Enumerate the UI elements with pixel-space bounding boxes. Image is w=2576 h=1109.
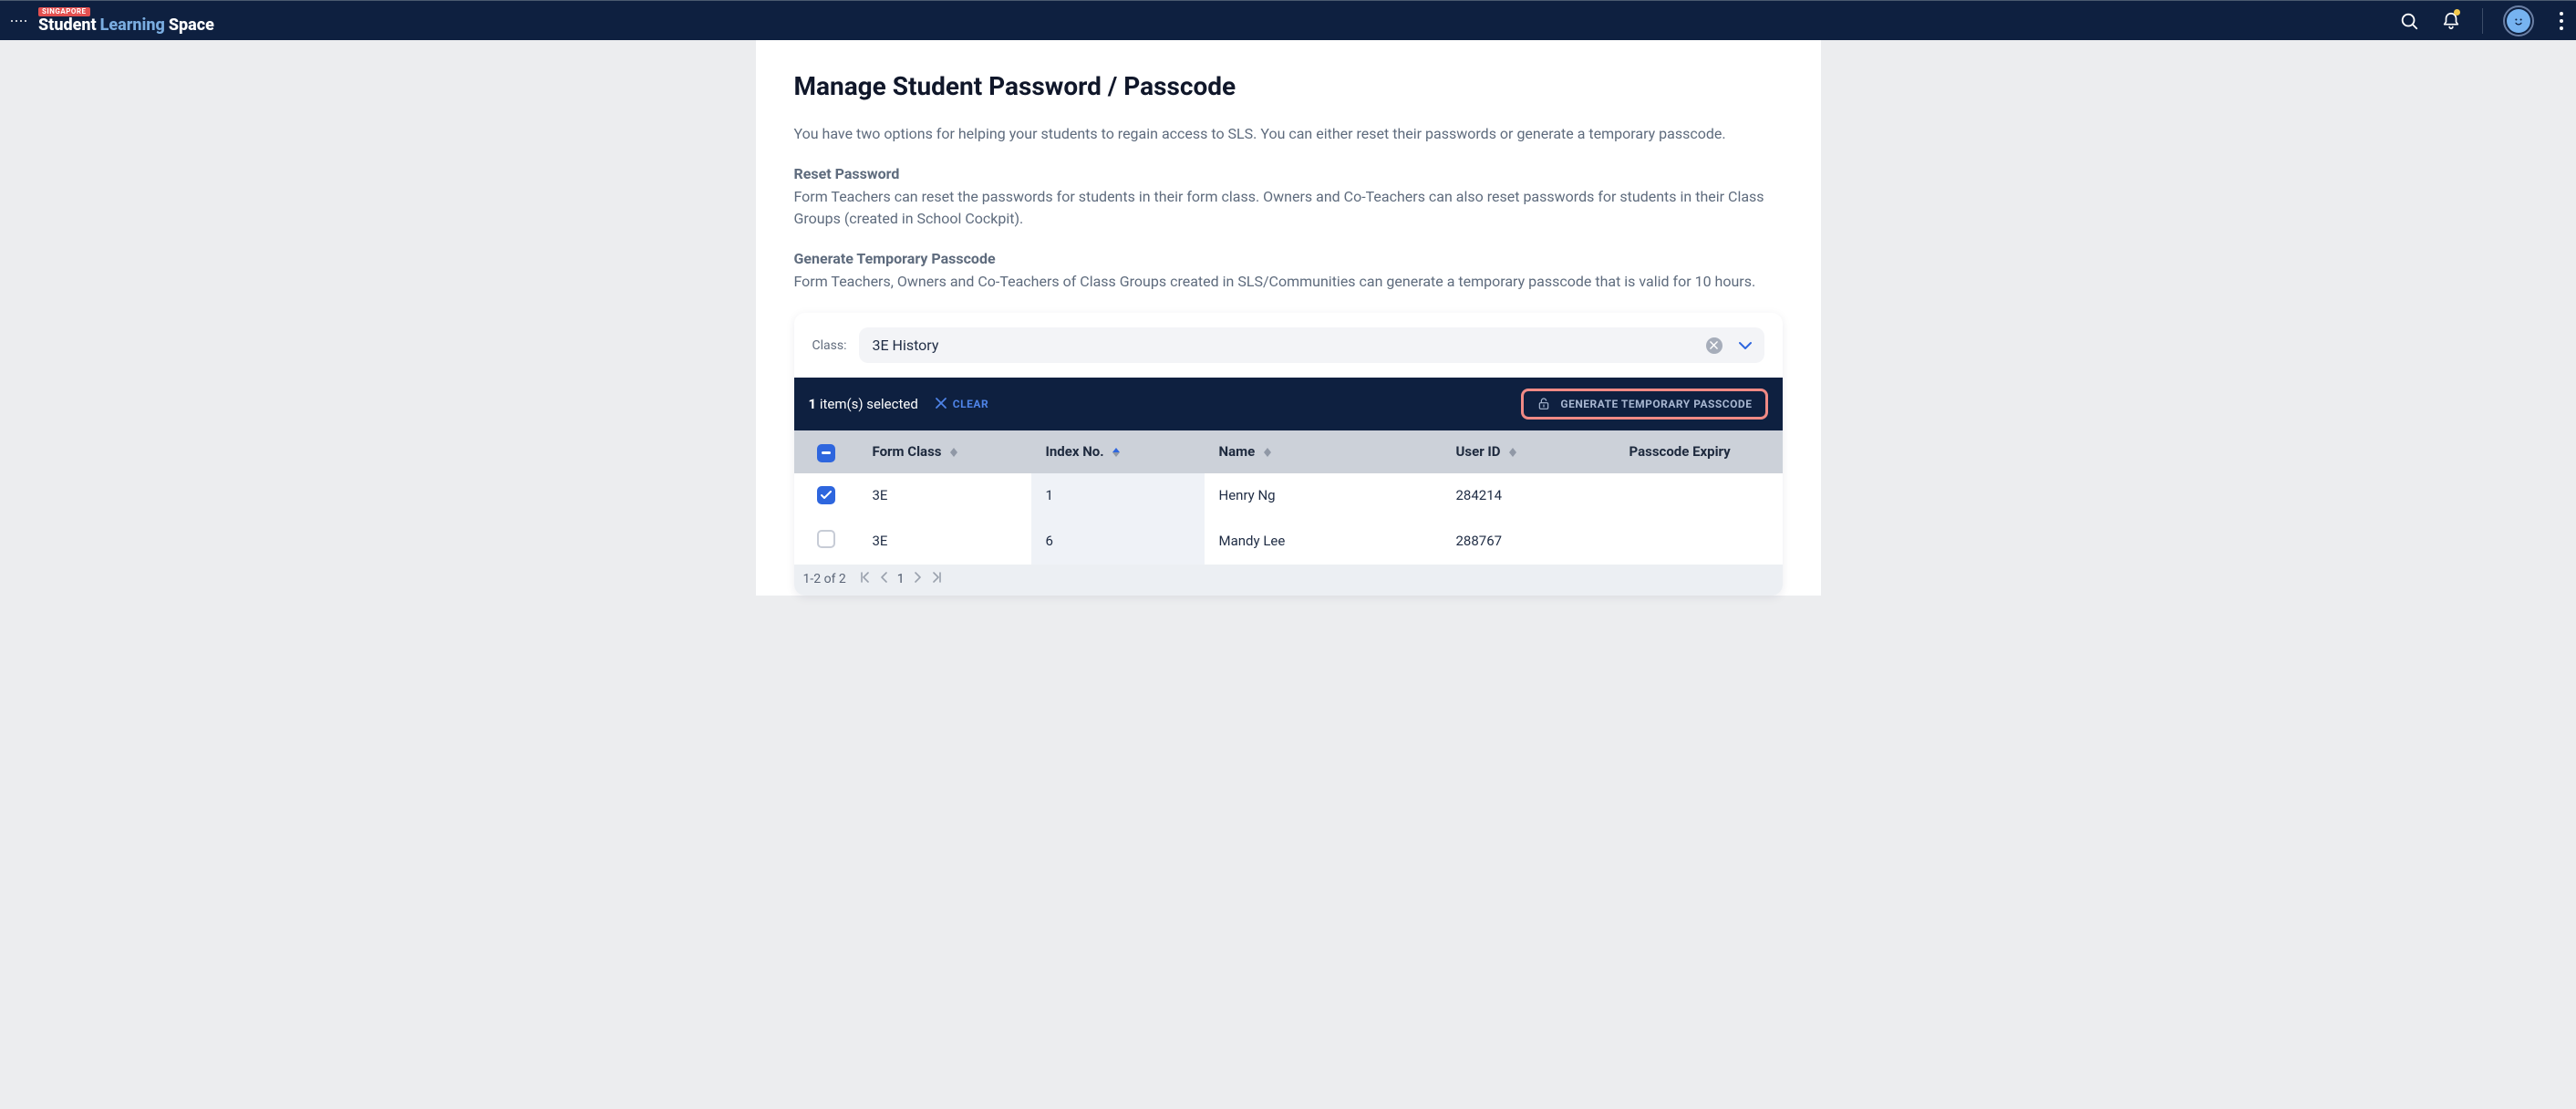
cell-form-class: 3E bbox=[858, 517, 1031, 565]
cell-name: Mandy Lee bbox=[1205, 517, 1442, 565]
kebab-menu-icon[interactable] bbox=[2554, 12, 2569, 30]
class-filter-value: 3E History bbox=[872, 337, 938, 354]
lock-icon bbox=[1536, 397, 1551, 411]
sort-icon bbox=[950, 448, 957, 457]
cell-form-class: 3E bbox=[858, 473, 1031, 517]
page-title: Manage Student Password / Passcode bbox=[794, 71, 1783, 101]
pagination-current-page: 1 bbox=[897, 572, 905, 586]
header-checkbox-cell bbox=[794, 430, 858, 473]
students-card: Class: 3E History 1 item(s) selected bbox=[794, 313, 1783, 596]
page-intro: You have two options for helping your st… bbox=[794, 123, 1783, 145]
clear-selection-button[interactable]: CLEAR bbox=[935, 396, 988, 413]
pagination-first-button[interactable] bbox=[859, 572, 870, 586]
header-index-no[interactable]: Index No. bbox=[1031, 430, 1205, 473]
select-all-checkbox[interactable] bbox=[817, 444, 835, 462]
close-icon bbox=[935, 396, 947, 413]
search-icon[interactable] bbox=[2398, 10, 2420, 32]
cell-user-id: 288767 bbox=[1442, 517, 1615, 565]
avatar[interactable] bbox=[2503, 5, 2534, 36]
pagination-prev-button[interactable] bbox=[879, 572, 888, 586]
cell-user-id: 284214 bbox=[1442, 473, 1615, 517]
cell-index-no: 6 bbox=[1031, 517, 1205, 565]
cell-name: Henry Ng bbox=[1205, 473, 1442, 517]
apps-icon[interactable] bbox=[7, 10, 29, 32]
section-gen-text: Form Teachers, Owners and Co-Teachers of… bbox=[794, 271, 1783, 293]
section-reset-title: Reset Password bbox=[794, 165, 1783, 182]
generate-label: GENERATE TEMPORARY PASSCODE bbox=[1560, 398, 1752, 410]
cell-passcode-expiry bbox=[1615, 517, 1783, 565]
brand-part-learning: Learning bbox=[100, 17, 165, 34]
table-pagination: 1-2 of 2 1 bbox=[794, 565, 1783, 596]
topbar-divider bbox=[2482, 8, 2483, 34]
sort-icon bbox=[1264, 448, 1271, 457]
topbar: SINGAPORE Student Learning Space bbox=[0, 0, 2576, 40]
pagination-next-button[interactable] bbox=[914, 572, 923, 586]
students-table: Form Class Index No. bbox=[794, 430, 1783, 565]
cell-index-no: 1 bbox=[1031, 473, 1205, 517]
generate-temporary-passcode-button[interactable]: GENERATE TEMPORARY PASSCODE bbox=[1521, 389, 1767, 420]
header-passcode-expiry[interactable]: Passcode Expiry bbox=[1615, 430, 1783, 473]
header-name[interactable]: Name bbox=[1205, 430, 1442, 473]
row-checkbox[interactable] bbox=[817, 530, 835, 548]
chevron-down-icon[interactable] bbox=[1739, 337, 1752, 354]
section-reset-text: Form Teachers can reset the passwords fo… bbox=[794, 186, 1783, 230]
brand-part-student: Student bbox=[38, 17, 97, 34]
header-user-id[interactable]: User ID bbox=[1442, 430, 1615, 473]
clear-label: CLEAR bbox=[953, 398, 988, 410]
class-filter-select[interactable]: 3E History bbox=[859, 327, 1764, 363]
section-gen-title: Generate Temporary Passcode bbox=[794, 250, 1783, 267]
selection-bar: 1 item(s) selected CLEAR GENERATE TEMPOR… bbox=[794, 378, 1783, 430]
pagination-range: 1-2 of 2 bbox=[803, 572, 846, 586]
notification-dot bbox=[2454, 9, 2460, 16]
notifications-icon[interactable] bbox=[2440, 10, 2462, 32]
selected-count: 1 item(s) selected bbox=[809, 396, 918, 412]
sort-icon bbox=[1509, 448, 1516, 457]
class-filter-clear-icon[interactable] bbox=[1706, 337, 1723, 354]
table-row: 3E 6 Mandy Lee 288767 bbox=[794, 517, 1783, 565]
page-container: Manage Student Password / Passcode You h… bbox=[756, 40, 1821, 596]
row-checkbox[interactable] bbox=[817, 486, 835, 504]
class-filter-label: Class: bbox=[812, 338, 847, 353]
cell-passcode-expiry bbox=[1615, 473, 1783, 517]
brand-part-space: Space bbox=[169, 17, 214, 34]
sort-asc-icon bbox=[1112, 448, 1120, 457]
brand-logo: SINGAPORE Student Learning Space bbox=[38, 7, 214, 34]
pagination-last-button[interactable] bbox=[932, 572, 943, 586]
table-row: 3E 1 Henry Ng 284214 bbox=[794, 473, 1783, 517]
header-form-class[interactable]: Form Class bbox=[858, 430, 1031, 473]
